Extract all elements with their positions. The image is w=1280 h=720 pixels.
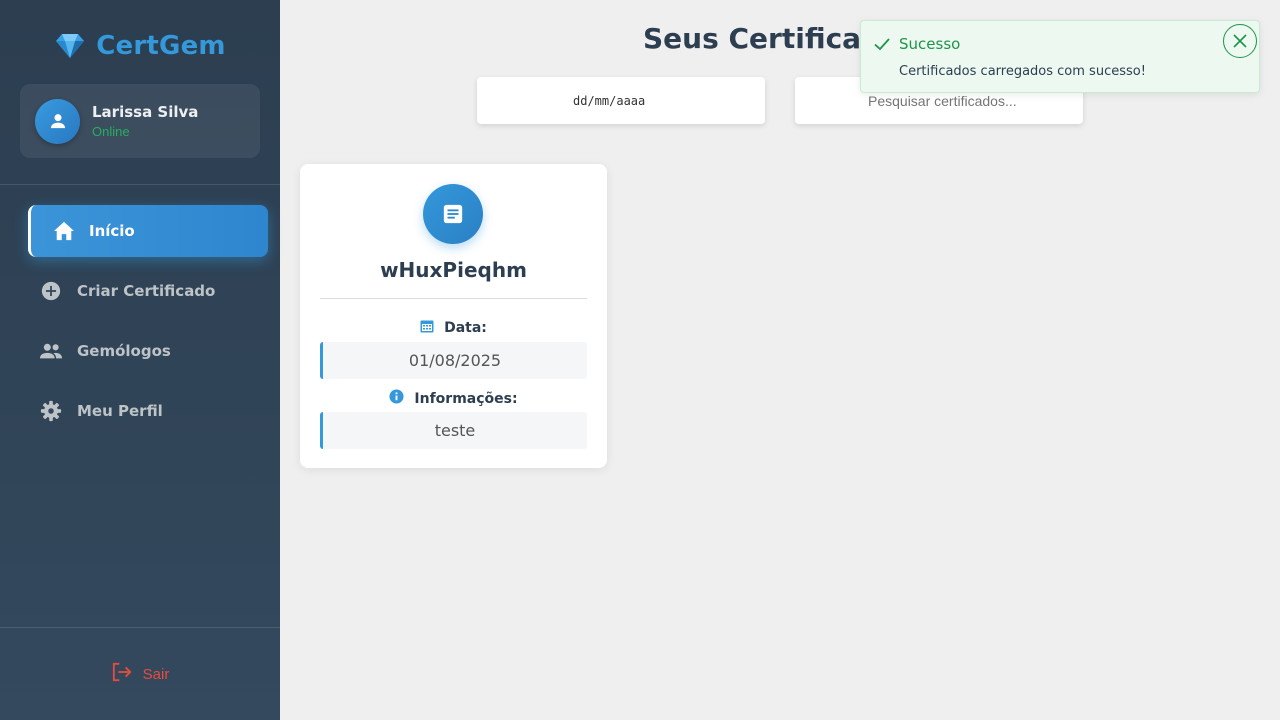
logout-label: Sair (142, 665, 170, 683)
sidebar-item-label: Início (89, 222, 135, 240)
user-icon (50, 114, 65, 129)
sidebar-item-label: Meu Perfil (77, 402, 163, 420)
logout-button[interactable]: Sair (0, 662, 280, 686)
toast-title: Sucesso (899, 35, 961, 53)
info-value: teste (320, 412, 587, 449)
success-toast: Sucesso Certificados carregados com suce… (860, 20, 1260, 93)
toast-close-button[interactable] (1223, 24, 1257, 58)
sidebar: CertGem Larissa Silva Online Início Cria… (0, 0, 280, 720)
user-name: Larissa Silva (92, 103, 199, 121)
date-label-text: Data: (444, 320, 487, 336)
diamond-icon (54, 30, 86, 62)
sidebar-item-criar-certificado[interactable]: Criar Certificado (28, 265, 268, 317)
avatar[interactable] (35, 98, 80, 144)
sidebar-item-meu-perfil[interactable]: Meu Perfil (28, 385, 268, 437)
card-divider (320, 298, 587, 299)
info-label: Informações: (300, 389, 607, 408)
check-icon (873, 35, 891, 53)
brand-name: CertGem (96, 31, 226, 61)
document-icon (423, 184, 483, 244)
date-filter-input[interactable] (477, 77, 765, 124)
sidebar-item-label: Gemólogos (77, 342, 171, 360)
date-label: Data: (300, 319, 607, 337)
toast-message: Certificados carregados com sucesso! (899, 64, 1146, 79)
certificate-card[interactable]: wHuxPieqhm Data: 01/08/2025 Informações: (300, 164, 607, 468)
sidebar-divider (0, 184, 280, 185)
people-icon (39, 339, 63, 363)
plus-circle-icon (39, 279, 63, 303)
calendar-icon (420, 319, 434, 337)
gear-icon (39, 399, 63, 423)
home-icon (52, 219, 76, 243)
date-value: 01/08/2025 (320, 342, 587, 379)
sidebar-item-label: Criar Certificado (77, 282, 216, 300)
sidebar-divider (0, 627, 280, 628)
sidebar-item-inicio[interactable]: Início (28, 205, 268, 257)
info-icon (389, 389, 404, 408)
logout-icon (111, 662, 133, 686)
info-label-text: Informações: (414, 390, 518, 407)
certificate-title: wHuxPieqhm (380, 258, 527, 282)
user-profile-card: Larissa Silva Online (20, 84, 260, 158)
sidebar-item-gemologos[interactable]: Gemólogos (28, 325, 268, 377)
close-icon (1233, 34, 1247, 48)
user-status: Online (92, 124, 130, 139)
brand-logo[interactable]: CertGem (0, 30, 280, 62)
